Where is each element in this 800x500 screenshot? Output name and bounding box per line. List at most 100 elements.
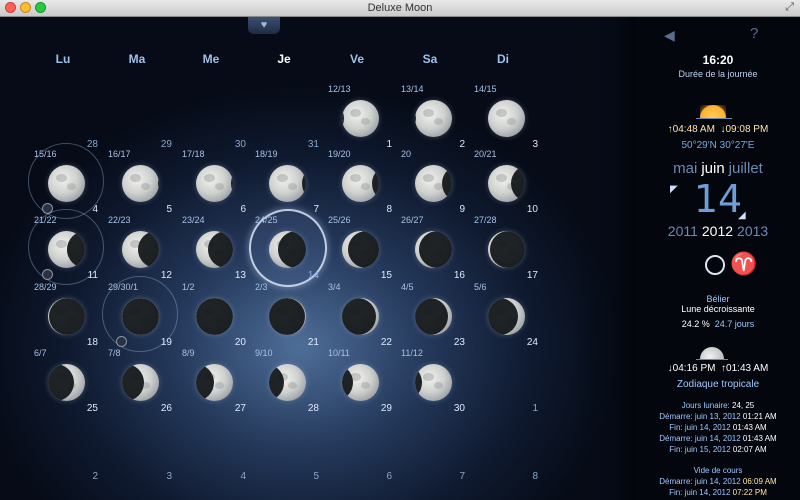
day-cell[interactable]: 5 [251,416,323,482]
day-cell[interactable]: 2 [30,416,102,482]
day-number-label: 15 [380,270,392,281]
day-cell[interactable]: 4/5 23 [397,282,469,348]
moon-phase-icon [415,231,452,268]
day-cell[interactable]: 25/26 15 [324,215,396,281]
day-cell[interactable]: 26/27 16 [397,215,469,281]
year-prev[interactable]: 2011 [668,223,698,239]
moon-phase-icon [269,231,306,268]
month-next[interactable]: juillet [729,160,763,177]
day-cell[interactable]: 30 [178,84,250,150]
day-cell[interactable]: 3 [104,416,176,482]
void-row: Fin: juin 14, 2012 07:22 PM [636,488,800,497]
moon-phase-icon [48,298,85,335]
day-cell[interactable]: 8/9 27 [178,348,250,414]
next-day-arrow-icon[interactable]: ◢ [738,210,746,221]
fullscreen-icon[interactable]: ⤢ [785,1,794,14]
row-time: 02:07 AM [732,445,767,454]
day-cell[interactable]: 31 [251,84,323,150]
help-icon[interactable]: ? [750,25,758,42]
sun-times: ↑04:48 AM ↓09:08 PM [636,124,800,135]
lunar-day-label: 20 [401,149,412,159]
day-cell[interactable]: 29 [104,84,176,150]
moon-phase-icon [342,364,379,401]
day-number-label: 28 [307,403,319,414]
day-cell[interactable]: 7 [397,416,469,482]
day-number-label: 10 [526,204,538,215]
day-cell[interactable]: 20 9 [397,149,469,215]
void-row: Démarre: juin 14, 2012 06:09 AM [636,477,800,486]
day-cell[interactable]: 13/14 2 [397,84,469,150]
day-cell[interactable]: 5/6 24 [470,282,542,348]
day-cell[interactable]: 1 [470,348,542,414]
day-cell[interactable]: 18/19 7 [251,149,323,215]
lunar-day-label: 11/12 [401,348,423,358]
moon-state: Lune décroissante [681,304,755,314]
row-time: 07:22 PM [732,488,767,497]
day-cell[interactable]: 8 [470,416,542,482]
day-number-label: 7 [459,471,465,482]
moon-phase-icon [48,231,85,268]
lunar-day-label: 26/27 [401,215,424,225]
day-cell[interactable]: 15/16 4 [28,143,104,219]
moon-phase-icon [415,298,452,335]
year-next[interactable]: 2013 [737,223,768,239]
day-cell[interactable]: 11/12 30 [397,348,469,414]
month-current[interactable]: juin [701,160,724,177]
weekday-label: Di [497,52,509,66]
day-cell[interactable]: 28/29 18 [30,282,102,348]
row-label: Démarre: juin 13, 2012 [659,412,741,421]
year-current[interactable]: 2012 [702,223,733,239]
lunar-days-value: 24, 25 [732,401,755,410]
weekday-label: Ve [349,52,364,66]
day-cell[interactable]: 19/20 8 [324,149,396,215]
month-prev[interactable]: mai [673,160,697,177]
lunar-day-label: 5/6 [474,282,487,292]
moon-phase-icon [488,165,525,202]
day-number-label: 26 [160,403,172,414]
lunar-day-label: 16/17 [108,149,131,159]
day-cell[interactable]: 6/7 25 [30,348,102,414]
day-cell[interactable]: 23/24 13 [178,215,250,281]
day-cell[interactable]: 20/21 10 [470,149,542,215]
speaker-icon[interactable]: ◀ [664,27,675,44]
row-label: Démarre: juin 14, 2012 [659,477,741,486]
day-cell[interactable]: 1/2 20 [178,282,250,348]
moon-phase-icon [342,100,379,137]
lunar-day-label: 7/8 [108,348,121,358]
day-cell[interactable]: 29/30/1 19 [102,276,178,352]
day-number-label: 17 [526,270,538,281]
day-cell[interactable]: 17/18 6 [178,149,250,215]
day-cell[interactable]: 28 [30,84,102,150]
lunar-day-label: 2/3 [255,282,268,292]
title-bar: Deluxe Moon ⤢ [0,0,800,17]
day-cell[interactable]: 16/17 5 [104,149,176,215]
illumination: 24.2 % [681,319,710,329]
day-cell[interactable]: 24/25 14 [249,209,327,287]
weekday-label: Me [202,52,220,66]
day-cell[interactable]: 2/3 21 [251,282,323,348]
lunar-day-label: 27/28 [474,215,497,225]
pull-down-tab[interactable]: ♥ [248,17,280,34]
day-cell[interactable]: 21/22 11 [28,209,104,285]
coordinates: 50°29'N 30°27'E [681,140,755,151]
day-cell[interactable]: 9/10 28 [251,348,323,414]
day-cell[interactable]: 10/11 29 [324,348,396,414]
day-cell[interactable]: 4 [178,416,250,482]
day-cell[interactable]: 27/28 17 [470,215,542,281]
moon-phase-icon [342,165,379,202]
moon-phase-icon [48,364,85,401]
day-number-label: 4 [92,204,98,215]
panel-divider [572,17,636,500]
row-label: Fin: juin 15, 2012 [669,445,731,454]
day-cell[interactable]: 12/13 1 [324,84,396,150]
moon-stats: 24.2 % 24.7 jours [636,319,800,329]
day-cell[interactable]: 6 [324,416,396,482]
heart-icon: ♥ [260,19,268,31]
moon-phase-icon [122,364,159,401]
day-cell[interactable]: 14/15 3 [470,84,542,150]
sunset-time: 09:08 PM [725,124,769,135]
day-cell[interactable]: 3/4 22 [324,282,396,348]
day-cell[interactable]: 22/23 12 [104,215,176,281]
day-cell[interactable]: 7/8 26 [104,348,176,414]
prev-day-arrow-icon[interactable]: ◤ [670,184,678,195]
